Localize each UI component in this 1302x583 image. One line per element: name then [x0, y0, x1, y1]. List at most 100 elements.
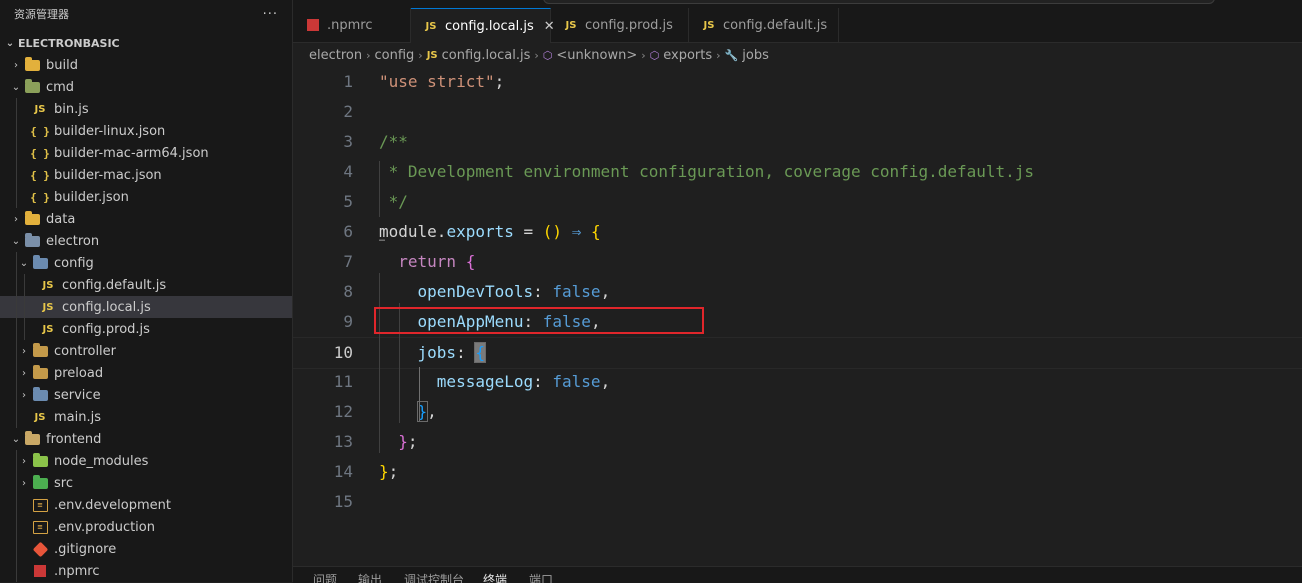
tree-item[interactable]: › build — [0, 54, 292, 76]
tree-item[interactable]: .gitignore — [0, 538, 292, 560]
js-file-icon: JS — [42, 301, 54, 313]
indent-guide — [16, 494, 17, 516]
tree-item[interactable]: ⌄ electron — [0, 230, 292, 252]
tree-item-label: builder.json — [54, 189, 129, 205]
breadcrumb-item[interactable]: JS config.local.js — [427, 48, 531, 63]
indent-guide — [379, 273, 380, 453]
token: : — [533, 282, 553, 301]
command-center[interactable] — [543, 0, 1215, 4]
js-file-icon: JS — [426, 49, 438, 61]
breadcrumb: electron › config › JS config.local.js › ⬡ <unkn… — [293, 43, 1302, 67]
indent-guide — [16, 362, 17, 384]
panel-tab[interactable]: 输出 — [358, 571, 382, 583]
token: module — [379, 222, 437, 241]
folder-icon — [24, 210, 40, 227]
token: : — [533, 372, 553, 391]
breadcrumb-item[interactable]: ⬡ <unknown> — [543, 48, 637, 63]
tab-config-default-js[interactable]: JS config.default.js — [689, 8, 839, 42]
chevron-right-icon: › — [22, 367, 26, 379]
tab-config-local-js[interactable]: JS config.local.js ✕ — [411, 8, 555, 43]
token: false — [552, 282, 601, 301]
tree-item[interactable]: .npmrc — [0, 560, 292, 582]
chevron-right-icon: › — [641, 48, 646, 62]
tree-item-label: preload — [54, 365, 104, 381]
tree-item-label: src — [54, 475, 73, 491]
tree-item[interactable]: › src — [0, 472, 292, 494]
tree-item[interactable]: ⌄ config — [0, 252, 292, 274]
line-number: 5 — [343, 192, 353, 211]
chevron-right-icon: › — [22, 455, 26, 467]
code-text: module.exports = () ⇒ { — [379, 217, 601, 247]
breadcrumb-item[interactable]: config — [375, 48, 415, 63]
token: */ — [379, 192, 408, 211]
chevron-down-icon: ⌄ — [11, 235, 21, 247]
npm-file-icon — [305, 17, 321, 33]
code-text: "use strict"; — [379, 67, 504, 97]
env-file-icon: ≡ — [32, 497, 48, 513]
tree-item[interactable]: › node_modules — [0, 450, 292, 472]
indent-guide — [16, 98, 17, 120]
chevron-right-icon: › — [22, 345, 26, 357]
tree-item[interactable]: ≡ .env.development — [0, 494, 292, 516]
token: false — [552, 372, 601, 391]
tree-item-label: electron — [46, 233, 100, 249]
chevron-down-icon: ⌄ — [11, 81, 21, 93]
tree-item[interactable]: { } builder-mac.json — [0, 164, 292, 186]
breadcrumb-item[interactable]: 🔧 jobs — [725, 48, 769, 63]
tree-item[interactable]: { } builder-mac-arm64.json — [0, 142, 292, 164]
tab-npmrc[interactable]: .npmrc — [293, 8, 411, 42]
code-text: jobs: { — [379, 338, 486, 368]
tree-item[interactable]: JS bin.js — [0, 98, 292, 120]
tab-config-prod-js[interactable]: JS config.prod.js — [551, 8, 689, 42]
panel-tab[interactable]: 调试控制台 — [404, 571, 464, 583]
tree-item[interactable]: ≡ .env.production — [0, 516, 292, 538]
chevron-right-icon: › — [22, 477, 26, 489]
json-file-icon: { } — [30, 190, 50, 204]
indent-guide — [419, 367, 420, 421]
workspace-name: ELECTRONBASIC — [18, 36, 120, 50]
panel-tab[interactable]: 端口 — [529, 571, 553, 583]
code-text: }, — [379, 397, 437, 427]
js-file-icon: JS — [565, 19, 577, 31]
code-line: 15 — [293, 487, 1302, 517]
tree-item[interactable]: ⌄ cmd — [0, 76, 292, 98]
tree-item-label: main.js — [54, 409, 101, 425]
code-line: 3 /** — [293, 127, 1302, 157]
tree-item[interactable]: › controller — [0, 340, 292, 362]
tree-item-label: build — [46, 57, 78, 73]
indent-guide — [24, 296, 25, 318]
indent-guide — [16, 472, 17, 494]
tree-item[interactable]: ⌄ frontend — [0, 428, 292, 450]
panel-tab[interactable]: 终端 — [483, 571, 507, 583]
code-line: 1 "use strict"; — [293, 67, 1302, 97]
folder-icon — [32, 342, 48, 359]
code-text: messageLog: false, — [379, 367, 610, 397]
line-number: 13 — [333, 432, 353, 451]
chevron-right-icon: › — [366, 48, 371, 62]
explorer-sidebar: 资源管理器 ··· ⌄ ELECTRONBASIC › build ⌄ cmd JS bi… — [0, 0, 293, 582]
tree-item[interactable]: { } builder.json — [0, 186, 292, 208]
chevron-right-icon: › — [418, 48, 423, 62]
tree-item[interactable]: JS config.prod.js — [0, 318, 292, 340]
code-line: 6 module.exports = () ⇒ {… — [293, 217, 1302, 247]
more-actions-icon[interactable]: ··· — [263, 7, 278, 22]
js-file-icon: JS — [703, 19, 715, 31]
tree-item[interactable]: › service — [0, 384, 292, 406]
breadcrumb-item[interactable]: electron — [309, 48, 362, 63]
token: ⇒ — [571, 222, 582, 241]
tree-item[interactable]: { } builder-linux.json — [0, 120, 292, 142]
tree-item[interactable]: › preload — [0, 362, 292, 384]
workspace-section-header[interactable]: ⌄ ELECTRONBASIC — [0, 32, 292, 54]
tree-item[interactable]: JS config.default.js — [0, 274, 292, 296]
code-text: return { — [379, 247, 475, 277]
tree-item[interactable]: › data — [0, 208, 292, 230]
line-number: 10 — [333, 343, 353, 362]
breadcrumb-item[interactable]: ⬡ exports — [650, 48, 713, 63]
indent-guide — [16, 450, 17, 472]
tree-item[interactable]: JS main.js — [0, 406, 292, 428]
panel-tab[interactable]: 问题 — [313, 571, 337, 583]
folded-region-icon[interactable]: … — [379, 234, 385, 244]
tree-item[interactable]: JS config.local.js — [0, 296, 292, 318]
